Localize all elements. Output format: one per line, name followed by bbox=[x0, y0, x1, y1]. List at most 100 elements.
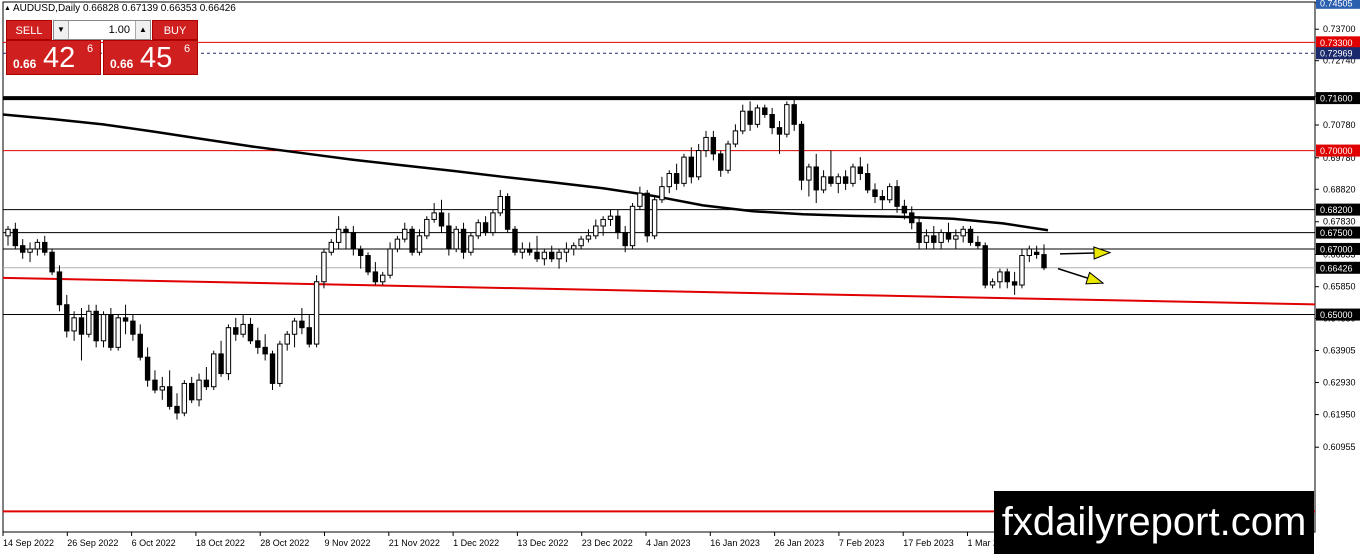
candle-bullish bbox=[328, 241, 334, 253]
candle-bullish bbox=[225, 327, 232, 375]
candle-bearish bbox=[446, 225, 452, 250]
x-tick-label: 23 Dec 2022 bbox=[582, 538, 633, 548]
candle-bearish bbox=[365, 255, 371, 273]
candle-bullish bbox=[181, 382, 188, 414]
y-tick-label: 0.67830 bbox=[1323, 217, 1356, 227]
candle-bearish bbox=[247, 323, 254, 342]
x-tick-label: 7 Feb 2023 bbox=[839, 538, 885, 548]
price-level-label: 0.71600 bbox=[1320, 94, 1353, 104]
candle-bearish bbox=[688, 156, 695, 178]
price-level-label: 0.68200 bbox=[1320, 205, 1353, 215]
buy-price-pipette: 6 bbox=[184, 43, 191, 55]
current-price-label: 0.66426 bbox=[1320, 263, 1353, 273]
candle-bullish bbox=[196, 379, 202, 401]
candle-bullish bbox=[5, 228, 11, 237]
candle-bearish bbox=[1011, 281, 1018, 286]
candle-bearish bbox=[343, 228, 349, 234]
candle-bullish bbox=[71, 317, 77, 332]
candle-bullish bbox=[86, 310, 92, 335]
candle-bearish bbox=[916, 222, 922, 243]
x-tick-label: 28 Oct 2022 bbox=[260, 538, 309, 548]
chart-window: 0.745050.737000.727400.716600.707800.697… bbox=[0, 0, 1362, 554]
candle-bullish bbox=[571, 245, 577, 250]
price-level-label: 0.73300 bbox=[1320, 38, 1353, 48]
candle-bullish bbox=[380, 274, 386, 283]
candle-bearish bbox=[233, 327, 239, 335]
candle-bullish bbox=[659, 186, 665, 201]
candle-bearish bbox=[269, 353, 276, 384]
x-tick-label: 1 Dec 2022 bbox=[453, 538, 499, 548]
candle-bullish bbox=[997, 271, 1003, 283]
dropdown-arrow-icon[interactable]: ▼ bbox=[54, 21, 69, 39]
candle-bullish bbox=[938, 232, 944, 243]
symbol-info: ▲ AUDUSD,Daily 0.66828 0.67139 0.66353 0.… bbox=[4, 3, 236, 14]
lot-size-input[interactable] bbox=[70, 22, 134, 38]
candle-bearish bbox=[174, 405, 180, 414]
candle-bullish bbox=[593, 225, 599, 237]
candle-bullish bbox=[563, 248, 570, 253]
buy-price-button[interactable]: 0.66 45 6 bbox=[103, 40, 198, 75]
price-level-label: 0.70000 bbox=[1320, 146, 1353, 156]
candle-bearish bbox=[615, 215, 621, 234]
candle-bullish bbox=[34, 241, 41, 250]
x-tick-label: 16 Jan 2023 bbox=[710, 538, 760, 548]
candle-bullish bbox=[416, 235, 423, 253]
candle-bearish bbox=[828, 176, 834, 184]
candle-bullish bbox=[313, 281, 320, 345]
candle-bearish bbox=[409, 228, 415, 253]
candle-bullish bbox=[431, 212, 437, 220]
candle-bearish bbox=[791, 104, 797, 125]
candle-bullish bbox=[321, 251, 327, 283]
sell-button[interactable]: SELL bbox=[6, 20, 52, 40]
price-level-label: 0.67500 bbox=[1320, 228, 1353, 238]
candle-bullish bbox=[394, 238, 401, 250]
candle-bearish bbox=[122, 317, 129, 322]
candle-bullish bbox=[475, 222, 481, 237]
candle-bearish bbox=[188, 382, 195, 401]
x-tick-label: 14 Sep 2022 bbox=[3, 538, 54, 548]
candle-bullish bbox=[637, 192, 643, 207]
y-tick-label: 0.63905 bbox=[1323, 345, 1356, 355]
sell-price-button[interactable]: 0.66 42 6 bbox=[6, 40, 101, 75]
candle-bearish bbox=[747, 110, 753, 125]
candle-bearish bbox=[512, 228, 518, 253]
symbol-info-text: AUDUSD,Daily 0.66828 0.67139 0.66353 0.6… bbox=[12, 3, 236, 14]
candle-bullish bbox=[284, 333, 290, 345]
sell-price-main: 42 bbox=[43, 42, 76, 74]
candle-bullish bbox=[115, 317, 121, 348]
candle-bullish bbox=[387, 248, 393, 276]
candle-bearish bbox=[872, 189, 878, 197]
triangle-up-icon: ▲ bbox=[4, 5, 11, 12]
sell-price-pipette: 6 bbox=[87, 43, 94, 55]
x-tick-label: 18 Oct 2022 bbox=[196, 538, 245, 548]
candle-bullish bbox=[960, 228, 966, 237]
candle-bullish bbox=[1026, 248, 1033, 257]
candle-bearish bbox=[299, 320, 305, 329]
buy-button[interactable]: BUY bbox=[152, 20, 198, 40]
candle-bearish bbox=[504, 195, 511, 230]
candle-bearish bbox=[350, 232, 357, 250]
candle-bullish bbox=[424, 218, 430, 237]
y-tick-label: 0.73700 bbox=[1323, 24, 1356, 34]
price-chart[interactable]: 0.745050.737000.727400.716600.707800.697… bbox=[0, 0, 1362, 554]
increase-arrow-icon[interactable]: ▲ bbox=[135, 21, 150, 39]
candle-bullish bbox=[681, 156, 687, 184]
candle-bearish bbox=[931, 235, 937, 243]
buy-price-main: 45 bbox=[140, 42, 173, 74]
candle-bullish bbox=[277, 343, 283, 384]
candle-bearish bbox=[857, 166, 864, 175]
candle-bullish bbox=[335, 228, 342, 243]
y-tick-label: 0.68820 bbox=[1323, 184, 1356, 194]
candle-bearish bbox=[718, 153, 724, 171]
candle-bearish bbox=[49, 251, 55, 273]
candle-bearish bbox=[152, 379, 158, 391]
candle-bearish bbox=[64, 304, 70, 332]
candle-bullish bbox=[695, 150, 702, 178]
candle-bearish bbox=[306, 327, 312, 345]
candle-bearish bbox=[203, 379, 210, 388]
candle-bearish bbox=[144, 356, 151, 381]
candle-bearish bbox=[909, 212, 915, 224]
candle-bearish bbox=[901, 205, 908, 214]
candle-bullish bbox=[600, 218, 606, 227]
x-tick-label: 26 Sep 2022 bbox=[67, 538, 118, 548]
